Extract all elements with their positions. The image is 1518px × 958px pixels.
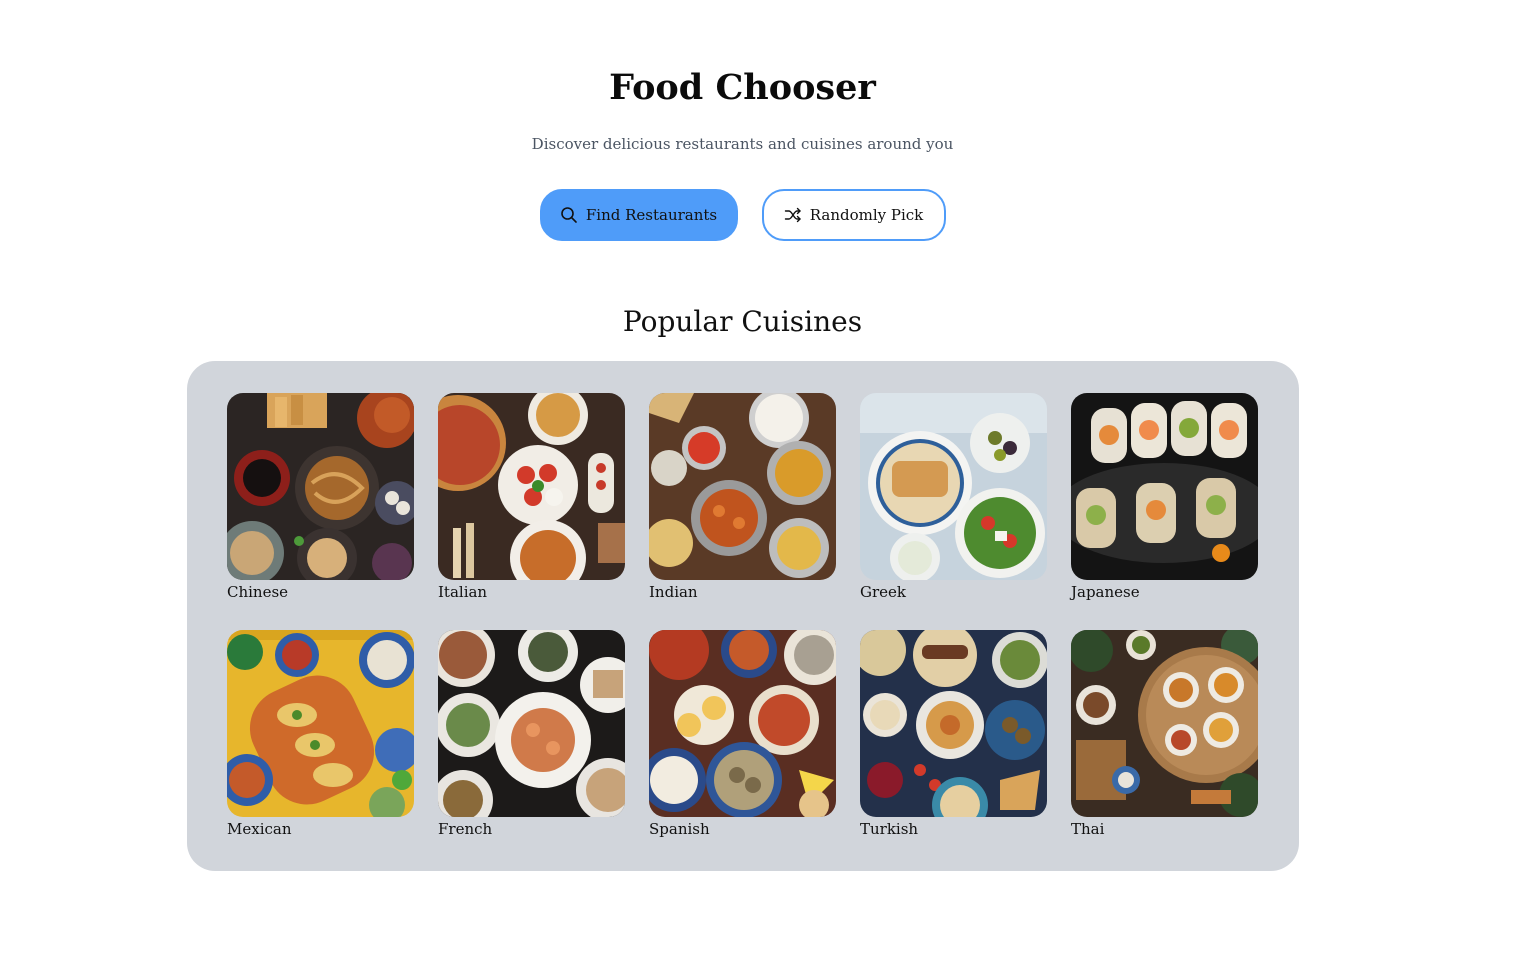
cuisine-image-mexican: [227, 630, 414, 817]
cuisine-card-spanish[interactable]: Spanish: [649, 630, 836, 839]
cuisine-image-greek: [860, 393, 1047, 580]
section-title: Popular Cuisines: [622, 305, 863, 338]
cuisine-label: Italian: [438, 583, 488, 601]
cuisine-label: Chinese: [227, 583, 289, 601]
cuisine-label: Mexican: [227, 820, 292, 838]
cuisine-card-japanese[interactable]: Japanese: [1071, 393, 1258, 602]
cuisine-label: Spanish: [649, 820, 710, 838]
cuisines-grid: Chinese Italian Indian Greek Japanese Me…: [227, 393, 1259, 839]
cuisine-card-indian[interactable]: Indian: [649, 393, 836, 602]
cuisine-card-thai[interactable]: Thai: [1071, 630, 1258, 839]
randomly-pick-label: Randomly Pick: [809, 206, 924, 224]
cuisine-card-chinese[interactable]: Chinese: [227, 393, 414, 602]
cuisine-image-chinese: [227, 393, 414, 580]
cuisines-panel: Chinese Italian Indian Greek Japanese Me…: [187, 361, 1299, 871]
cuisine-card-greek[interactable]: Greek: [860, 393, 1047, 602]
cuisine-card-french[interactable]: French: [438, 630, 625, 839]
cuisine-image-japanese: [1071, 393, 1258, 580]
action-buttons: Find Restaurants Randomly Pick: [0, 189, 1485, 241]
cuisine-image-thai: [1071, 630, 1258, 817]
find-restaurants-label: Find Restaurants: [585, 206, 718, 224]
cuisine-image-spanish: [649, 630, 836, 817]
cuisine-image-turkish: [860, 630, 1047, 817]
cuisine-image-italian: [438, 393, 625, 580]
shuffle-icon: [784, 206, 802, 224]
page: Food Chooser Discover delicious restaura…: [0, 0, 1485, 958]
cuisine-image-indian: [649, 393, 836, 580]
cuisine-label: Indian: [649, 583, 698, 601]
cuisine-label: French: [438, 820, 493, 838]
find-restaurants-button[interactable]: Find Restaurants: [539, 189, 738, 241]
randomly-pick-button[interactable]: Randomly Pick: [761, 189, 946, 241]
cuisine-image-french: [438, 630, 625, 817]
cuisine-label: Greek: [860, 583, 906, 601]
cuisine-card-italian[interactable]: Italian: [438, 393, 625, 602]
cuisine-card-turkish[interactable]: Turkish: [860, 630, 1047, 839]
cuisine-label: Japanese: [1071, 583, 1140, 601]
page-title: Food Chooser: [609, 67, 876, 108]
cuisine-card-mexican[interactable]: Mexican: [227, 630, 414, 839]
cuisine-label: Thai: [1071, 820, 1105, 838]
page-subtitle: Discover delicious restaurants and cuisi…: [531, 135, 954, 153]
search-icon: [560, 206, 578, 224]
cuisine-label: Turkish: [860, 820, 919, 838]
